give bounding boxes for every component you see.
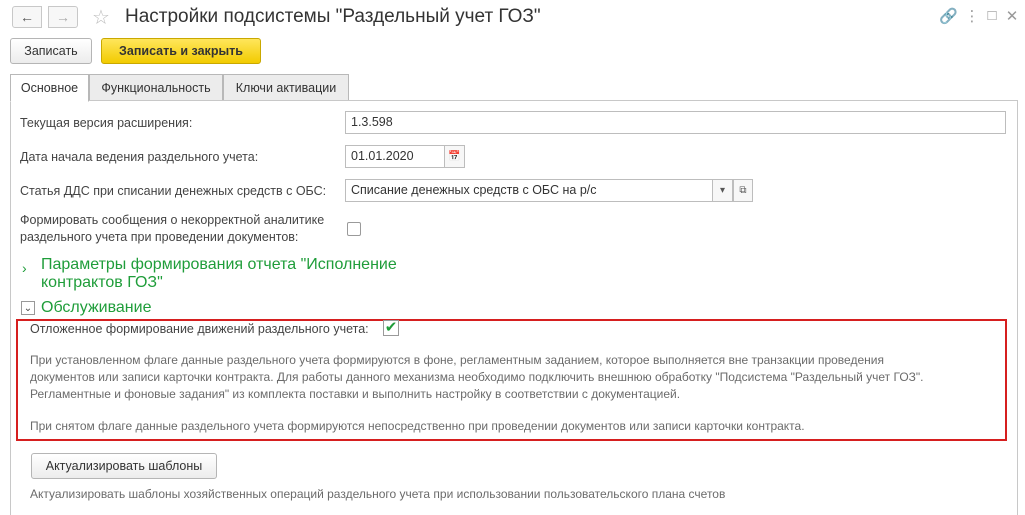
calendar-button[interactable]: 📅: [445, 145, 465, 168]
more-icon[interactable]: ⋮: [963, 7, 981, 25]
calendar-icon: 📅: [448, 151, 461, 162]
update-templates-button[interactable]: Актуализировать шаблоны: [31, 453, 217, 479]
messages-label-line2: раздельного учета при проведении докумен…: [20, 230, 299, 244]
star-icon[interactable]: ☆: [92, 5, 110, 30]
note1-line3: Регламентные и фоновые задания" из компл…: [30, 387, 681, 401]
dds-field[interactable]: Списание денежных средств с ОБС на р/с: [345, 179, 713, 202]
tab-functionality[interactable]: Функциональность: [89, 74, 223, 101]
chevron-down-icon[interactable]: ⌄: [21, 301, 35, 315]
window-title: Настройки подсистемы "Раздельный учет ГО…: [125, 6, 541, 27]
back-button[interactable]: ←: [12, 6, 42, 28]
dds-open-button[interactable]: ⧉: [733, 179, 753, 202]
arrow-left-icon: ←: [20, 9, 34, 25]
deferred-label: Отложенное формирование движений раздель…: [30, 322, 369, 336]
note2: При снятом флаге данные раздельного учет…: [30, 419, 805, 433]
note1-line2: документов или записи карточки контракта…: [30, 370, 924, 384]
report-group-title-line2[interactable]: контрактов ГОЗ": [41, 273, 163, 292]
chevron-down-icon: ▾: [719, 185, 726, 196]
start-date-label: Дата начала ведения раздельного учета:: [20, 150, 259, 164]
start-date-field[interactable]: 01.01.2020: [345, 145, 445, 168]
save-and-close-button[interactable]: Записать и закрыть: [101, 38, 261, 64]
open-icon: ⧉: [739, 185, 747, 196]
checkmark-icon: ✔: [384, 319, 398, 336]
version-label: Текущая версия расширения:: [20, 116, 193, 130]
messages-checkbox[interactable]: [347, 222, 361, 236]
report-group-title-line1[interactable]: Параметры формирования отчета "Исполнени…: [41, 255, 397, 274]
forward-button[interactable]: →: [48, 6, 78, 28]
deferred-checkbox[interactable]: ✔: [383, 320, 399, 336]
templates-description: Актуализировать шаблоны хозяйственных оп…: [30, 487, 726, 501]
maximize-icon[interactable]: □: [983, 7, 1001, 24]
save-button[interactable]: Записать: [10, 38, 92, 64]
note1-line1: При установленном флаге данные раздельно…: [30, 353, 884, 367]
version-field[interactable]: 1.3.598: [345, 111, 1006, 134]
chevron-right-icon[interactable]: ›: [22, 260, 27, 276]
title-bar: ← → ☆ Настройки подсистемы "Раздельный у…: [0, 0, 1025, 34]
service-group-title[interactable]: Обслуживание: [41, 298, 151, 317]
dds-dropdown-button[interactable]: ▾: [713, 179, 733, 202]
messages-label-line1: Формировать сообщения о некорректной ана…: [20, 213, 325, 227]
tab-activation-keys[interactable]: Ключи активации: [223, 74, 349, 101]
close-icon[interactable]: ✕: [1003, 7, 1021, 25]
dds-label: Статья ДДС при списании денежных средств…: [20, 184, 327, 198]
tab-main[interactable]: Основное: [10, 74, 89, 102]
arrow-right-icon: →: [56, 9, 70, 25]
link-icon[interactable]: 🔗: [939, 7, 958, 25]
